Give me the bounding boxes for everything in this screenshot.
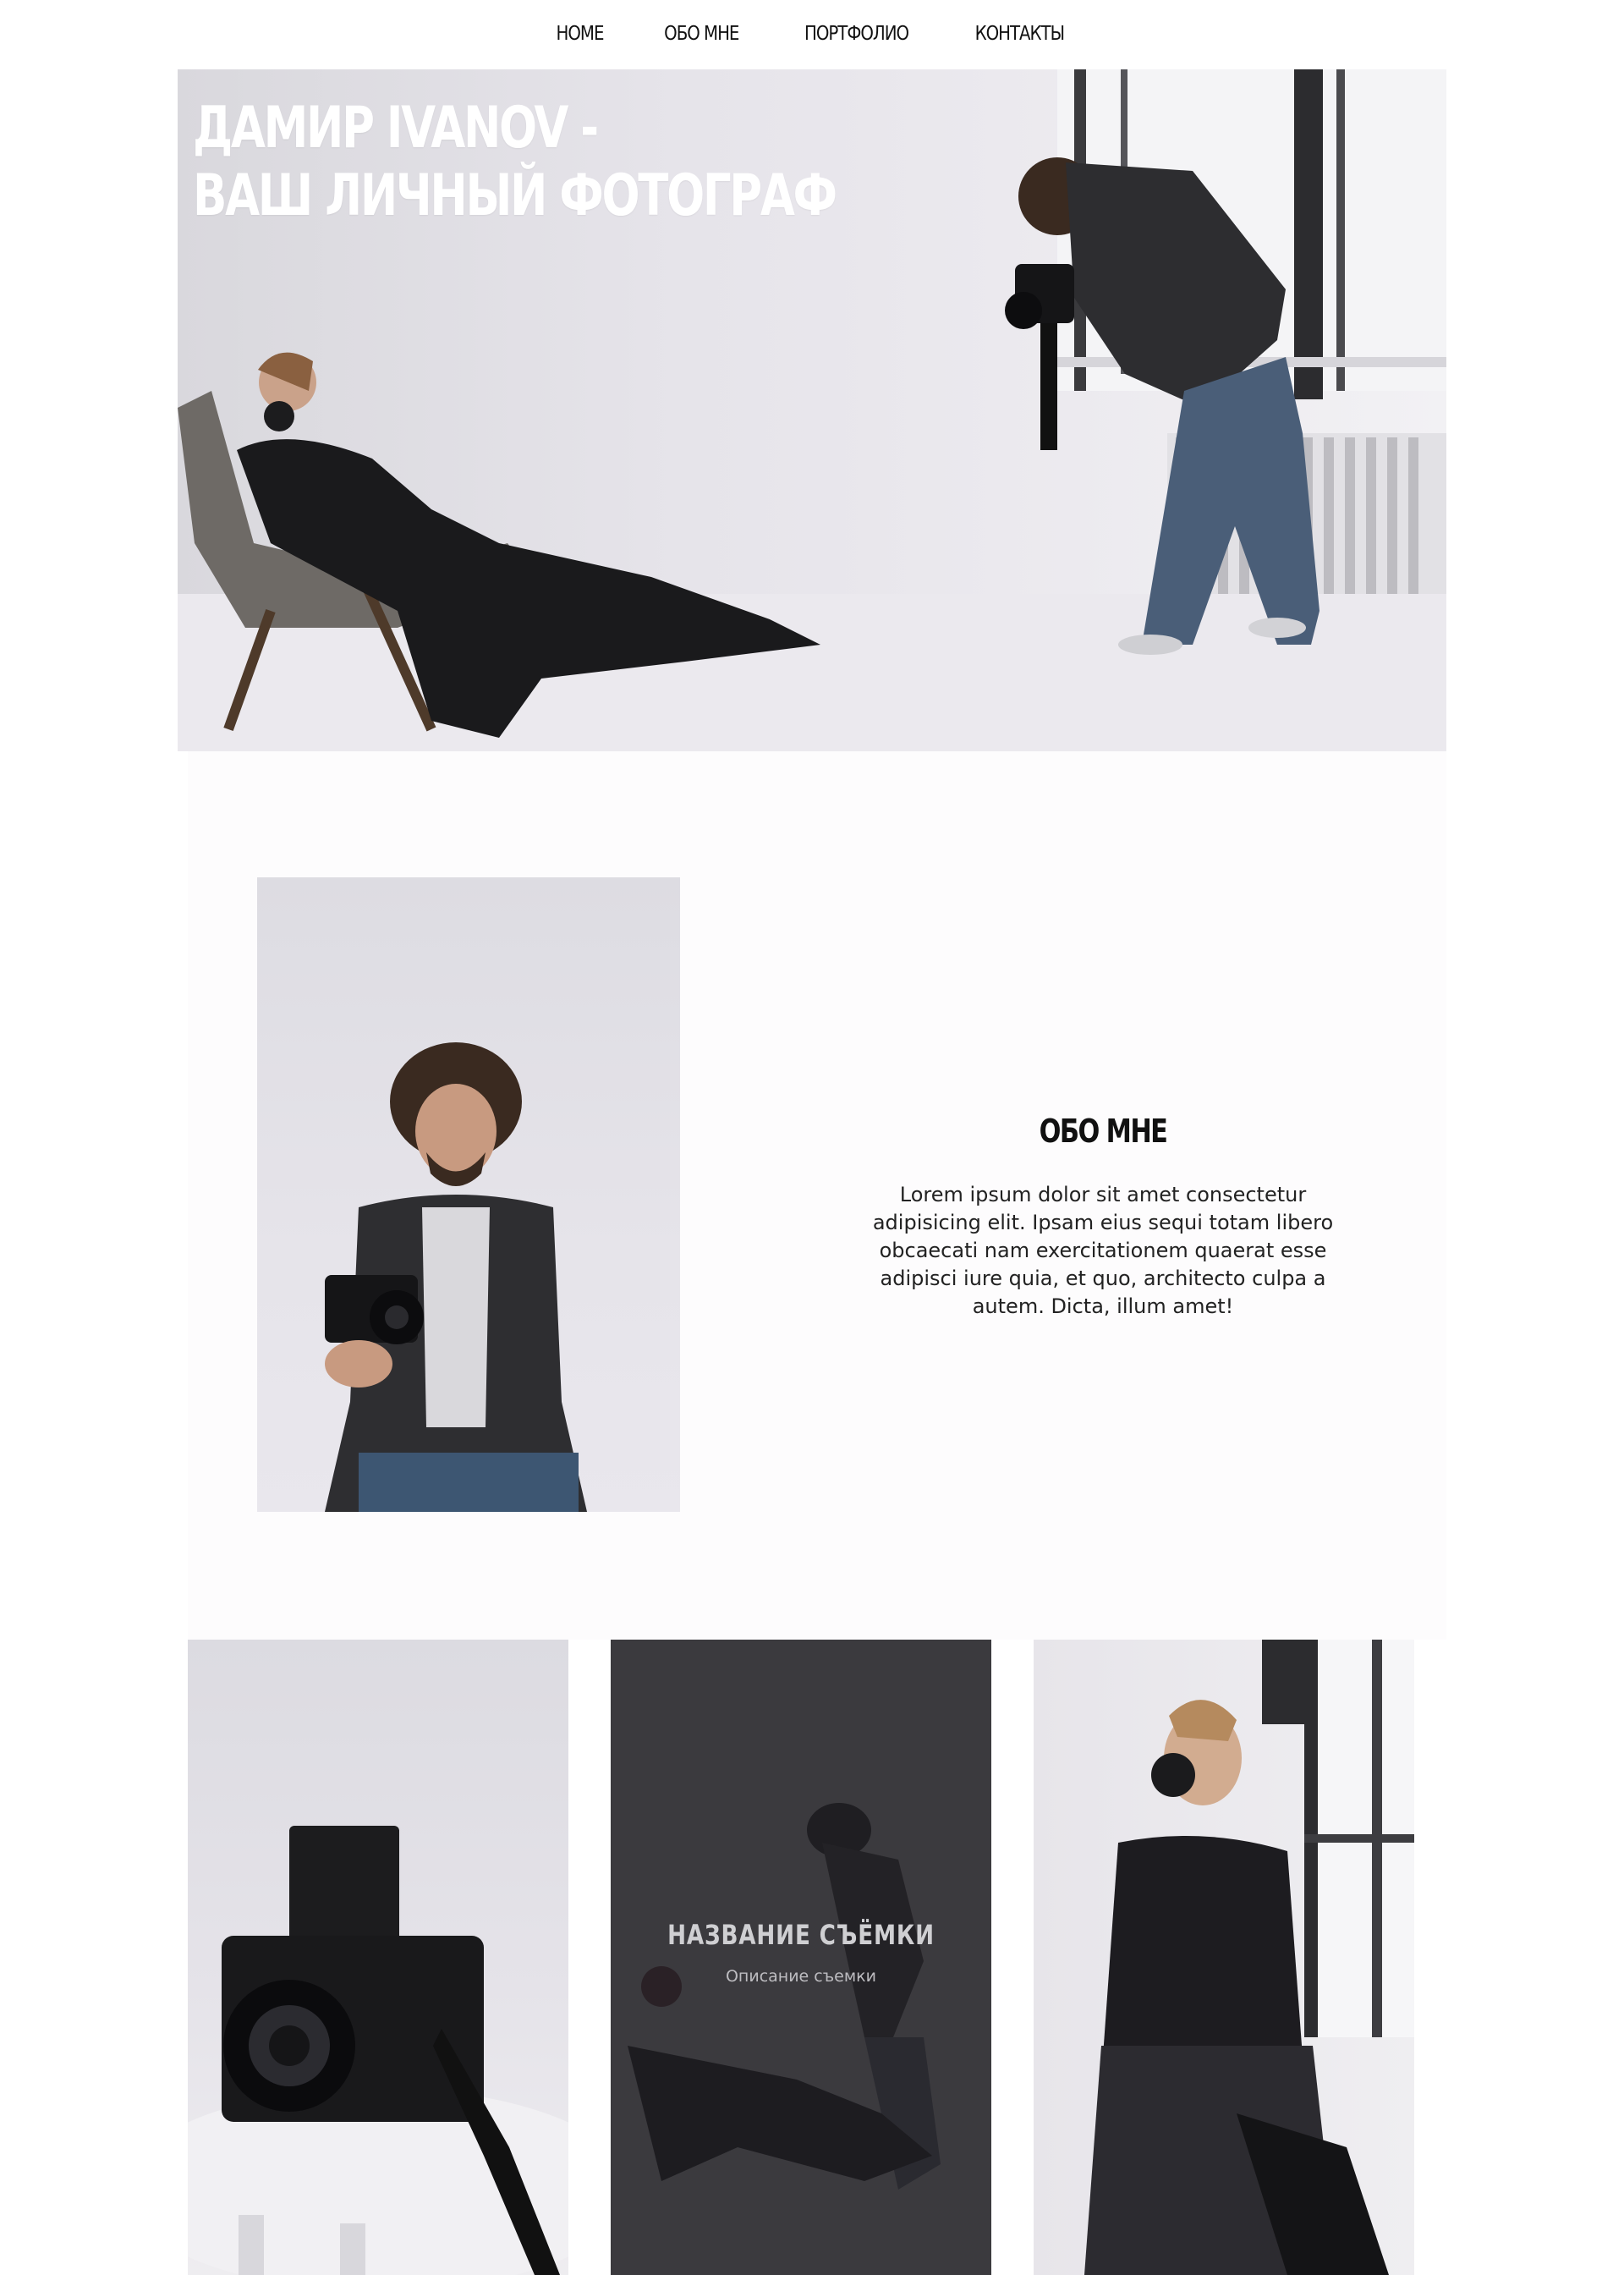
- hero-banner: ДАМИР IVANOV - ВАШ ЛИЧНЫЙ ФОТОГРАФ: [178, 69, 1446, 751]
- nav-about-link[interactable]: ОБО МНЕ: [665, 23, 740, 45]
- about-photo: [257, 877, 680, 1512]
- nav-home-link[interactable]: HOME: [557, 23, 605, 45]
- nav-contacts-link[interactable]: КОНТАКТЫ: [975, 23, 1065, 45]
- gallery-card-featured[interactable]: [611, 1640, 991, 2275]
- nav-portfolio-link[interactable]: ПОРТФОЛИО: [804, 23, 909, 45]
- main-nav: HOME ОБО МНЕ ПОРТФОЛИО КОНТАКТЫ: [0, 0, 1624, 68]
- gallery-card-camera[interactable]: [188, 1640, 568, 2275]
- about-text: Lorem ipsum dolor sit amet consectetur a…: [872, 1183, 1334, 1318]
- hero-title-line2: ВАШ ЛИЧНЫЙ ФОТОГРАФ: [193, 162, 837, 229]
- featured-shoot-title: НАЗВАНИЕ СЪЁМКИ: [667, 1919, 935, 1951]
- about-title: ОБО МНЕ: [1039, 1112, 1168, 1150]
- hero-title: ДАМИР IVANOV - ВАШ ЛИЧНЫЙ ФОТОГРАФ: [193, 95, 837, 230]
- gallery-card-portrait[interactable]: [1034, 1640, 1414, 2275]
- hero-title-line1: ДАМИР IVANOV -: [193, 95, 599, 162]
- featured-shoot-description: Описание съемки: [725, 1967, 877, 1986]
